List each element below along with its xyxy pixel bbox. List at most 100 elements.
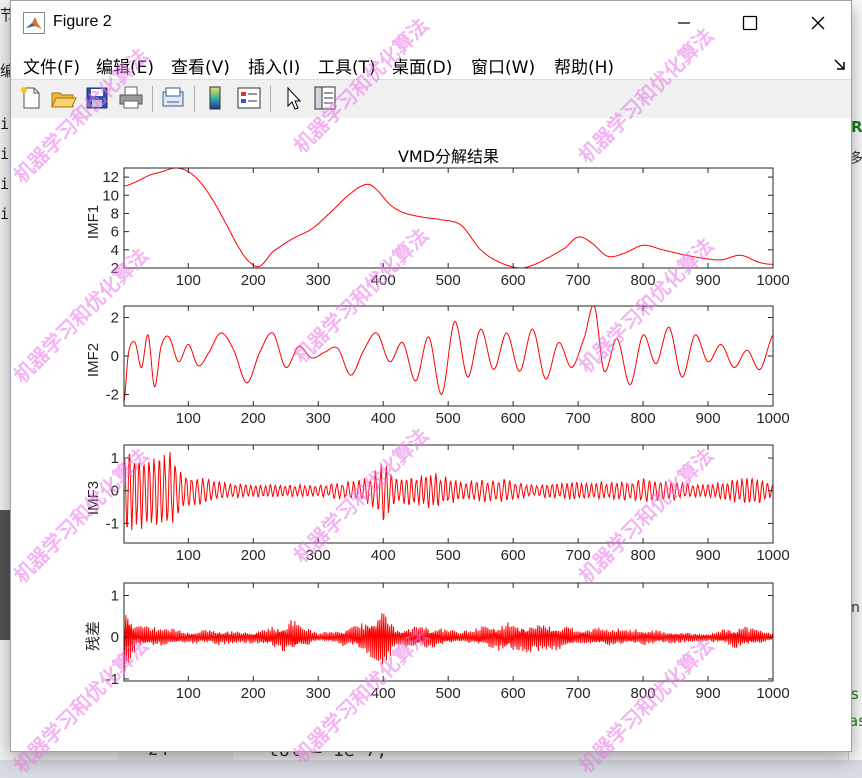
bg-fragment: s <box>851 685 859 703</box>
window-title: Figure 2 <box>53 13 112 30</box>
x-tick-label: 600 <box>501 547 526 564</box>
x-tick-label: 800 <box>631 272 656 289</box>
x-tick-label: 900 <box>696 272 721 289</box>
x-tick-label: 700 <box>566 272 591 289</box>
y-tick-label: 4 <box>111 242 119 259</box>
x-tick-label: 900 <box>696 547 721 564</box>
y-tick-label: 0 <box>111 483 119 500</box>
x-tick-label: 400 <box>371 410 396 427</box>
axes-4: 100 200 300 400 500 600 700 800 900 1000 -1 0 1 残差 <box>85 582 790 702</box>
x-tick-label: 200 <box>241 547 266 564</box>
x-tick-label: 400 <box>371 272 396 289</box>
matlab-logo-icon <box>23 12 45 34</box>
x-tick-label: 1000 <box>756 547 789 564</box>
chart-title: VMD分解结果 <box>398 147 499 166</box>
x-tick-label: 300 <box>306 272 331 289</box>
x-tick-label: 800 <box>631 547 656 564</box>
series-line <box>124 452 773 531</box>
x-tick-label: 100 <box>176 410 201 427</box>
axes-2: 100 200 300 400 500 600 700 800 900 1000 -2 0 2 IMF2 <box>85 305 790 427</box>
x-tick-label: 200 <box>241 410 266 427</box>
y-tick-label: 12 <box>102 169 119 186</box>
axes-1: 100 200 300 400 500 600 700 800 900 1000 246 81012 I… <box>85 147 790 289</box>
menu-help[interactable]: 帮助(H) <box>554 53 614 78</box>
x-tick-label: 400 <box>371 685 396 702</box>
series-line <box>124 306 773 403</box>
y-tick-label: -1 <box>106 515 119 532</box>
x-tick-label: 900 <box>696 410 721 427</box>
x-tick-label: 300 <box>306 410 331 427</box>
menu-file[interactable]: 文件(F) <box>23 53 80 78</box>
y-tick-label: -1 <box>106 671 119 688</box>
x-tick-label: 1000 <box>756 685 789 702</box>
y-tick-label: 0 <box>111 629 119 646</box>
property-inspector-icon[interactable] <box>311 84 339 112</box>
title-bar[interactable]: Figure 2 <box>11 1 851 45</box>
open-file-icon[interactable] <box>49 84 77 112</box>
x-tick-label: 700 <box>566 410 591 427</box>
y-axis-label: IMF3 <box>85 481 102 515</box>
y-tick-label: 10 <box>102 187 119 204</box>
close-button[interactable] <box>785 1 851 45</box>
bg-dark-panel <box>0 510 10 640</box>
x-tick-label: 1000 <box>756 410 789 427</box>
maximize-icon <box>742 15 758 31</box>
y-axis-label: IMF2 <box>85 343 102 377</box>
x-tick-label: 800 <box>631 685 656 702</box>
x-tick-label: 500 <box>436 272 461 289</box>
figure-window: Figure 2 文件(F) 编辑(E) 查看(V) 插入(I) 工具(T) 桌… <box>10 0 852 752</box>
x-tick-label: 100 <box>176 685 201 702</box>
y-tick-label: 1 <box>111 588 119 605</box>
toolbar-separator <box>270 86 271 112</box>
menu-bar: 文件(F) 编辑(E) 查看(V) 插入(I) 工具(T) 桌面(D) 窗口(W… <box>11 45 851 79</box>
y-tick-label: 0 <box>111 348 119 365</box>
menu-edit[interactable]: 编辑(E) <box>96 53 154 78</box>
series-line <box>124 168 773 268</box>
bg-fragment: n <box>851 600 860 616</box>
x-tick-label: 600 <box>501 685 526 702</box>
y-tick-label: 1 <box>111 450 119 467</box>
plot-area: 100 200 300 400 500 600 700 800 900 1000 2 4 6 8 10 12 I… <box>11 118 851 751</box>
y-axis-label: IMF1 <box>85 205 102 239</box>
menu-desktop[interactable]: 桌面(D) <box>392 53 452 78</box>
x-tick-label: 700 <box>566 547 591 564</box>
axes-3: 100 200 300 400 500 600 700 800 900 1000 -1 0 1 IMF3 <box>85 444 790 564</box>
minimize-icon <box>678 22 690 24</box>
toolbar-separator <box>152 86 153 112</box>
x-tick-label: 200 <box>241 272 266 289</box>
y-tick-label: 6 <box>111 224 119 241</box>
y-tick-label: 2 <box>111 310 119 327</box>
edit-plot-icon[interactable] <box>279 84 307 112</box>
x-tick-label: 300 <box>306 547 331 564</box>
menu-view[interactable]: 查看(V) <box>171 53 230 78</box>
close-icon <box>811 16 825 30</box>
x-tick-label: 1000 <box>756 272 789 289</box>
x-tick-label: 600 <box>501 272 526 289</box>
minimize-button[interactable] <box>651 1 717 45</box>
x-tick-label: 200 <box>241 685 266 702</box>
x-tick-label: 800 <box>631 410 656 427</box>
x-tick-label: 100 <box>176 272 201 289</box>
x-tick-label: 700 <box>566 685 591 702</box>
print-icon[interactable] <box>117 84 145 112</box>
menu-insert[interactable]: 插入(I) <box>248 53 300 78</box>
x-tick-label: 100 <box>176 547 201 564</box>
toolbar-separator <box>194 86 195 112</box>
link-plot-icon[interactable] <box>159 84 187 112</box>
dock-arrow-icon[interactable] <box>833 57 847 71</box>
x-tick-label: 500 <box>436 547 461 564</box>
save-icon[interactable] <box>83 84 111 112</box>
new-figure-icon[interactable] <box>17 84 45 112</box>
bg-fragment: R <box>851 118 862 136</box>
x-tick-label: 300 <box>306 685 331 702</box>
x-tick-label: 400 <box>371 547 396 564</box>
menu-window[interactable]: 窗口(W) <box>471 53 535 78</box>
x-tick-label: 500 <box>436 685 461 702</box>
maximize-button[interactable] <box>717 1 783 45</box>
y-tick-label: 8 <box>111 205 119 222</box>
y-axis-label: 残差 <box>85 621 102 651</box>
insert-legend-icon[interactable] <box>235 84 263 112</box>
figure-canvas[interactable]: 100 200 300 400 500 600 700 800 900 100024681012I… <box>11 118 851 751</box>
menu-tools[interactable]: 工具(T) <box>318 53 376 78</box>
insert-colorbar-icon[interactable] <box>201 84 229 112</box>
